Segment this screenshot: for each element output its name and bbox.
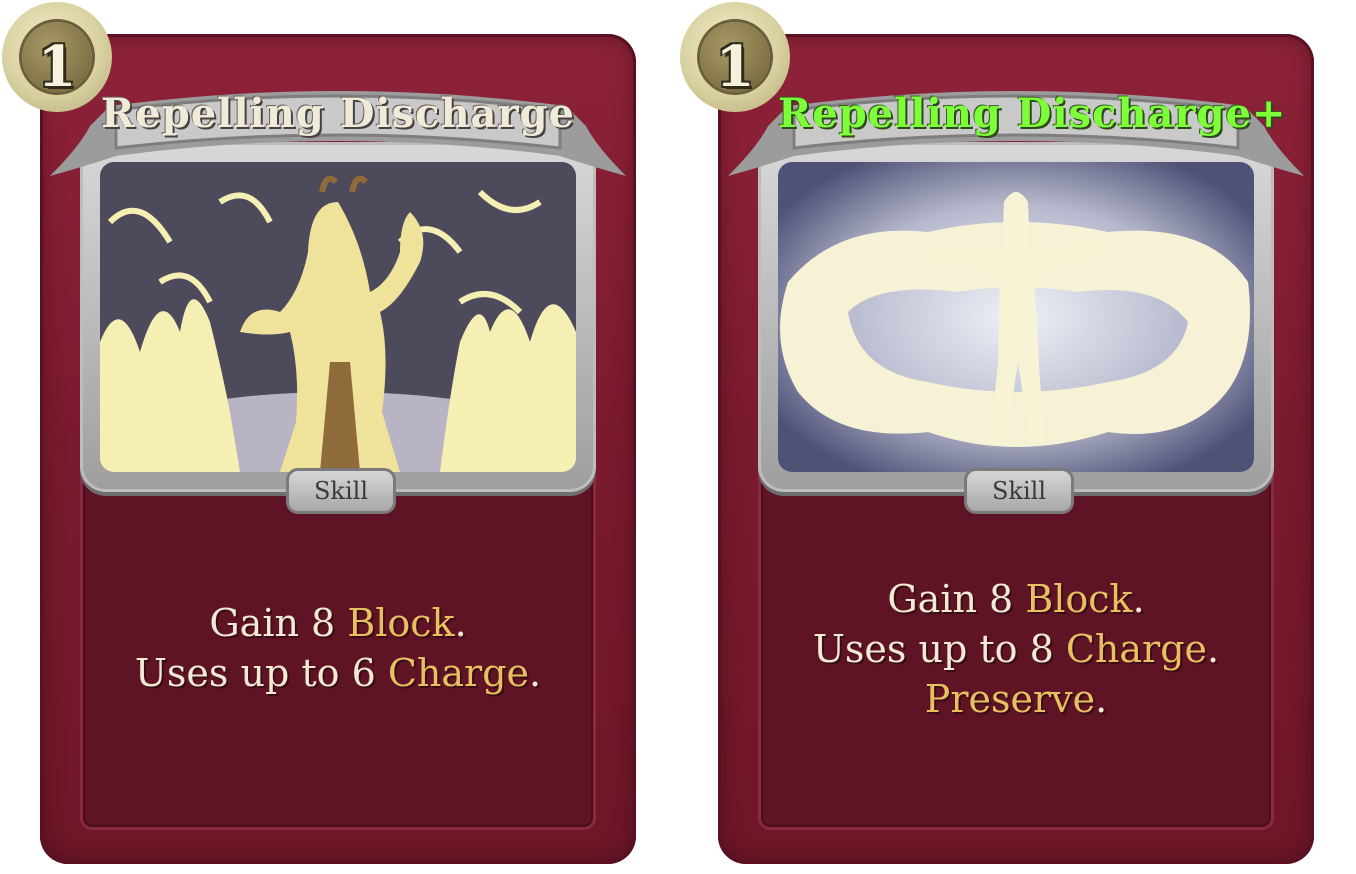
desc-line-2: Uses up to 8 Charge. — [812, 627, 1220, 671]
card-description: Gain 8 Block. Uses up to 8 Charge. Prese… — [758, 574, 1274, 724]
desc-line-2: Uses up to 6 Charge. — [134, 651, 542, 695]
keyword-charge: Charge — [387, 651, 530, 695]
card-title: Repelling Discharge+ — [778, 90, 1287, 137]
card-description: Gain 8 Block. Uses up to 6 Charge. — [80, 598, 596, 698]
card-art-frame — [80, 142, 596, 492]
desc-line-1: Gain 8 Block. — [209, 601, 467, 645]
keyword-block: Block — [1025, 577, 1133, 621]
energy-cost: 1 — [37, 34, 77, 100]
keyword-preserve: Preserve — [924, 677, 1096, 721]
desc-line-3: Preserve. — [924, 677, 1108, 721]
energy-cost-orb: 1 — [680, 2, 790, 112]
keyword-block: Block — [347, 601, 455, 645]
card-art — [100, 162, 576, 472]
card-repelling-discharge[interactable]: Repelling Discharge Skill 1 Gain 8 Block… — [2, 2, 636, 864]
card-repelling-discharge-plus[interactable]: Repelling Discharge+ Skill 1 Gain 8 Bloc… — [680, 2, 1314, 864]
keyword-charge: Charge — [1065, 627, 1208, 671]
energy-cost-orb: 1 — [2, 2, 112, 112]
card-title: Repelling Discharge — [101, 90, 575, 137]
desc-line-1: Gain 8 Block. — [887, 577, 1145, 621]
card-type-label: Skill — [964, 468, 1074, 514]
card-art-frame — [758, 142, 1274, 492]
energy-cost-inner: 1 — [22, 22, 92, 100]
energy-cost-inner: 1 — [700, 22, 770, 100]
energy-cost: 1 — [715, 34, 755, 100]
card-type-label: Skill — [286, 468, 396, 514]
card-art — [778, 162, 1254, 472]
